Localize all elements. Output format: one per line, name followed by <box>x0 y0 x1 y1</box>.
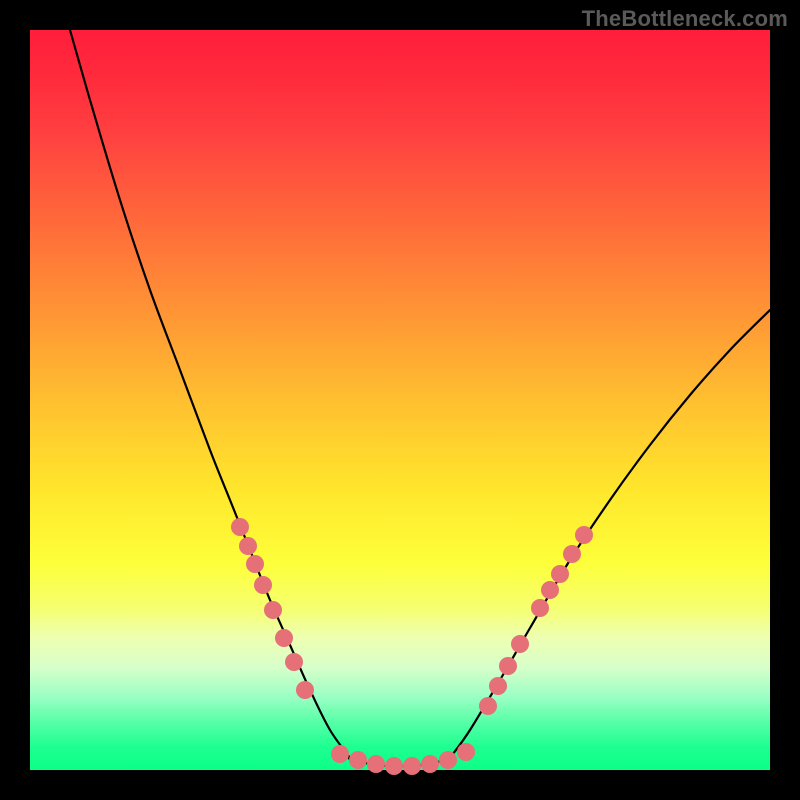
data-dot <box>285 653 303 671</box>
data-dot <box>479 697 497 715</box>
data-dot <box>489 677 507 695</box>
data-dot <box>531 599 549 617</box>
data-dot <box>499 657 517 675</box>
chart-frame: TheBottleneck.com <box>0 0 800 800</box>
data-dot <box>349 751 367 769</box>
data-dot <box>367 755 385 773</box>
data-dot <box>403 757 421 775</box>
watermark-text: TheBottleneck.com <box>582 6 788 32</box>
data-dot <box>551 565 569 583</box>
data-dot <box>264 601 282 619</box>
dots-group <box>231 518 593 775</box>
data-dot <box>246 555 264 573</box>
curve-svg <box>30 30 770 770</box>
data-dot <box>563 545 581 563</box>
data-dot <box>331 745 349 763</box>
data-dot <box>575 526 593 544</box>
data-dot <box>275 629 293 647</box>
bottleneck-curve <box>70 30 770 766</box>
data-dot <box>239 537 257 555</box>
data-dot <box>511 635 529 653</box>
data-dot <box>439 751 457 769</box>
data-dot <box>385 757 403 775</box>
data-dot <box>231 518 249 536</box>
data-dot <box>421 755 439 773</box>
data-dot <box>254 576 272 594</box>
plot-area <box>30 30 770 770</box>
data-dot <box>457 743 475 761</box>
data-dot <box>541 581 559 599</box>
data-dot <box>296 681 314 699</box>
